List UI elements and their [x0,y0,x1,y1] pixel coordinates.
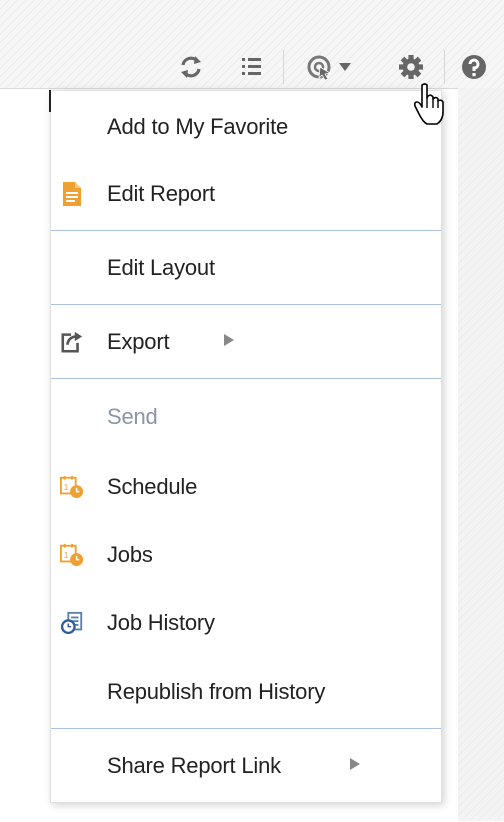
menu-item-label: Export [107,329,170,354]
text-caret [49,90,51,112]
menu-divider [51,378,441,379]
submenu-arrow-icon [223,333,235,352]
settings-menu: Add to My Favorite Edit Report Edit Layo… [50,90,442,803]
menu-item-add-to-favorite[interactable]: Add to My Favorite [51,103,441,151]
menu-item-schedule[interactable]: 1 Schedule [51,463,441,511]
toolbar [0,0,504,88]
menu-item-edit-layout[interactable]: Edit Layout [51,244,441,292]
menu-item-export[interactable]: Export [51,318,441,366]
document-icon [60,182,84,206]
menu-item-label: Republish from History [107,679,326,704]
refresh-icon[interactable] [175,51,207,83]
export-icon [60,330,84,354]
svg-text:1: 1 [64,482,69,492]
menu-item-label: Jobs [107,542,153,567]
svg-text:1: 1 [64,550,69,560]
menu-divider [51,230,441,231]
menu-divider [51,728,441,729]
menu-item-jobs[interactable]: 1 Jobs [51,531,441,579]
menu-divider [51,304,441,305]
menu-item-label: Edit Layout [107,255,215,280]
menu-item-label: Job History [107,610,215,635]
menu-item-label: Share Report Link [107,753,281,778]
toolbar-separator [444,50,445,84]
help-icon[interactable] [458,51,490,83]
menu-item-job-history[interactable]: Job History [51,599,441,647]
view-mode-icon[interactable] [305,51,359,83]
list-icon[interactable] [236,51,268,83]
menu-item-republish-from-history[interactable]: Republish from History [51,668,441,716]
menu-item-share-report-link[interactable]: Share Report Link [51,742,441,790]
menu-item-label: Schedule [107,474,198,499]
toolbar-separator [283,50,284,84]
menu-item-label: Send [107,404,158,429]
submenu-arrow-icon [349,757,361,776]
settings-icon[interactable] [395,51,427,83]
menu-item-edit-report[interactable]: Edit Report [51,170,441,218]
schedule-icon: 1 [60,475,84,499]
menu-item-send: Send [51,393,441,441]
hand-pointer-cursor-icon [412,82,448,126]
job-history-icon [60,611,84,635]
menu-item-label: Add to My Favorite [107,114,289,139]
jobs-icon: 1 [60,543,84,567]
menu-item-label: Edit Report [107,181,215,206]
